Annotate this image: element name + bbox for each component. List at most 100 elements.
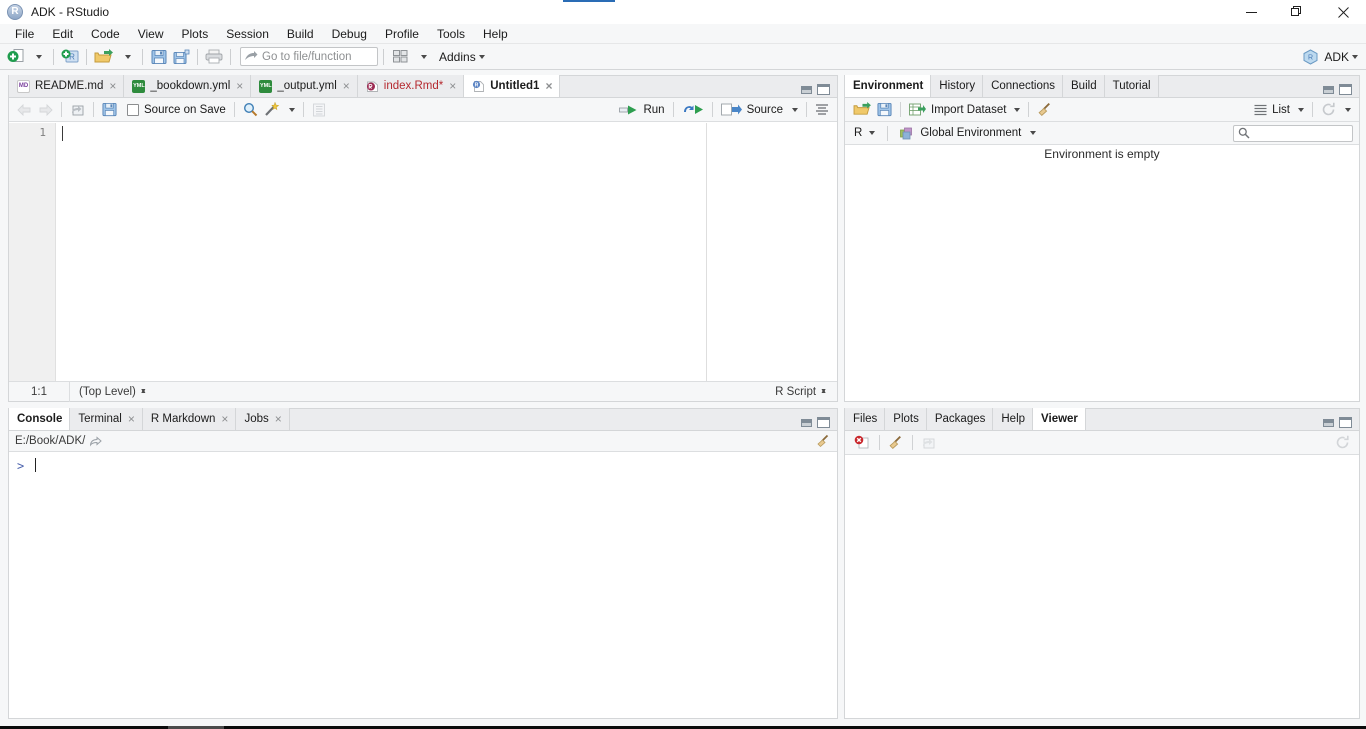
- source-tab-bookdown-yml[interactable]: YML _bookdown.yml ×: [124, 75, 251, 97]
- magic-wand-icon[interactable]: [261, 100, 283, 120]
- minimize-pane-icon[interactable]: [801, 86, 812, 94]
- close-icon[interactable]: ×: [109, 81, 116, 91]
- menu-view[interactable]: View: [129, 24, 173, 44]
- stop-icon[interactable]: [851, 433, 874, 453]
- goto-file-function-input[interactable]: Go to file/function: [240, 47, 378, 66]
- files-tab-help[interactable]: Help: [993, 408, 1033, 430]
- pane-layout-dropdown[interactable]: [411, 46, 433, 68]
- source-on-save-checkbox[interactable]: Source on Save: [124, 100, 229, 120]
- console-output-area[interactable]: >: [9, 453, 837, 718]
- source-tab-index-rmd[interactable]: index.Rmd* ×: [358, 75, 464, 97]
- menu-edit[interactable]: Edit: [43, 24, 82, 44]
- minimize-button[interactable]: [1228, 0, 1274, 24]
- print-icon[interactable]: [203, 46, 225, 68]
- save-all-icon[interactable]: [170, 46, 192, 68]
- minimize-pane-icon[interactable]: [1323, 86, 1334, 94]
- new-file-icon[interactable]: [4, 46, 26, 68]
- source-dropdown[interactable]: [786, 100, 801, 120]
- close-icon[interactable]: ×: [221, 414, 228, 424]
- close-icon[interactable]: ×: [128, 414, 135, 424]
- files-tab-packages[interactable]: Packages: [927, 408, 994, 430]
- source-tab-untitled1[interactable]: R Untitled1 ×: [464, 75, 560, 97]
- code-tools-dropdown[interactable]: [283, 100, 298, 120]
- save-workspace-save-icon[interactable]: [874, 100, 895, 120]
- show-in-new-window-icon[interactable]: [918, 433, 939, 453]
- document-outline-icon[interactable]: [309, 100, 329, 120]
- clear-console-broom-icon[interactable]: [816, 434, 831, 448]
- console-tab-jobs[interactable]: Jobs ×: [236, 408, 289, 430]
- global-environment-selector[interactable]: Global Environment: [897, 123, 1039, 143]
- close-button[interactable]: [1320, 0, 1366, 24]
- open-folder-dropdown[interactable]: [115, 46, 137, 68]
- open-folder-icon[interactable]: [92, 46, 115, 68]
- language-selector[interactable]: R: [851, 123, 878, 143]
- forward-arrow-icon[interactable]: [35, 100, 56, 120]
- code-editor[interactable]: 1: [9, 123, 837, 381]
- save-icon[interactable]: [99, 100, 120, 120]
- menu-code[interactable]: Code: [82, 24, 129, 44]
- menu-file[interactable]: File: [6, 24, 43, 44]
- environment-search-input[interactable]: [1233, 125, 1353, 142]
- view-mode-selector[interactable]: List: [1251, 100, 1307, 120]
- refresh-icon[interactable]: [1332, 433, 1353, 453]
- run-button[interactable]: Run: [616, 100, 667, 120]
- env-tab-connections[interactable]: Connections: [983, 75, 1063, 97]
- menu-profile[interactable]: Profile: [376, 24, 428, 44]
- open-in-files-icon[interactable]: [90, 436, 102, 447]
- env-tab-environment[interactable]: Environment: [845, 75, 931, 97]
- re-run-icon[interactable]: [679, 100, 707, 120]
- close-icon[interactable]: ×: [449, 81, 456, 91]
- files-tab-viewer[interactable]: Viewer: [1033, 408, 1086, 430]
- env-tab-tutorial[interactable]: Tutorial: [1105, 75, 1159, 97]
- maximize-pane-icon[interactable]: [1339, 417, 1352, 428]
- show-in-new-window-icon[interactable]: [67, 100, 88, 120]
- menu-debug[interactable]: Debug: [323, 24, 376, 44]
- scope-selector[interactable]: (Top Level) ▲▼: [70, 386, 147, 398]
- close-icon[interactable]: ×: [545, 81, 552, 91]
- menu-plots[interactable]: Plots: [173, 24, 218, 44]
- minimize-pane-icon[interactable]: [1323, 419, 1334, 427]
- files-viewer-pane: Files Plots Packages Help Viewer: [844, 408, 1360, 719]
- maximize-pane-icon[interactable]: [817, 417, 830, 428]
- console-tab-terminal[interactable]: Terminal ×: [70, 408, 142, 430]
- source-tab-readme[interactable]: MD README.md ×: [9, 75, 124, 97]
- clear-objects-broom-icon[interactable]: [1034, 100, 1056, 120]
- close-icon[interactable]: ×: [343, 81, 350, 91]
- menu-help[interactable]: Help: [474, 24, 517, 44]
- load-workspace-open-folder-icon[interactable]: [850, 100, 874, 120]
- files-tab-files[interactable]: Files: [845, 408, 885, 430]
- source-tab-output-yml[interactable]: YML _output.yml ×: [251, 75, 357, 97]
- new-file-dropdown[interactable]: [26, 46, 48, 68]
- minimize-pane-icon[interactable]: [801, 419, 812, 427]
- maximize-pane-icon[interactable]: [1339, 84, 1352, 95]
- source-button[interactable]: Source: [718, 100, 786, 120]
- menu-session[interactable]: Session: [217, 24, 278, 44]
- refresh-icon[interactable]: [1318, 100, 1339, 120]
- console-tab-console[interactable]: Console: [9, 408, 70, 430]
- maximize-pane-icon[interactable]: [817, 84, 830, 95]
- close-icon[interactable]: ×: [275, 414, 282, 424]
- menu-build[interactable]: Build: [278, 24, 323, 44]
- back-arrow-icon[interactable]: [14, 100, 35, 120]
- files-tab-plots[interactable]: Plots: [885, 408, 927, 430]
- file-type-selector[interactable]: R Script ▲▼: [775, 386, 837, 398]
- console-tab-rmarkdown[interactable]: R Markdown ×: [143, 408, 237, 430]
- menu-tools[interactable]: Tools: [428, 24, 474, 44]
- refresh-dropdown[interactable]: [1339, 100, 1354, 120]
- close-icon[interactable]: ×: [236, 81, 243, 91]
- show-outline-icon[interactable]: [812, 100, 832, 120]
- maximize-restore-button[interactable]: [1274, 0, 1320, 24]
- pane-layout-icon[interactable]: [389, 46, 411, 68]
- import-dataset-button[interactable]: Import Dataset: [906, 100, 1023, 120]
- clear-viewer-broom-icon[interactable]: [885, 433, 907, 453]
- save-icon[interactable]: [148, 46, 170, 68]
- editor-code-area[interactable]: [56, 123, 837, 381]
- project-selector[interactable]: R ADK: [1298, 46, 1362, 68]
- new-project-icon[interactable]: R: [59, 46, 81, 68]
- search-icon[interactable]: [240, 100, 261, 120]
- addins-button[interactable]: Addins: [433, 46, 487, 68]
- env-tab-history[interactable]: History: [931, 75, 983, 97]
- env-tab-build[interactable]: Build: [1063, 75, 1105, 97]
- files-tab-label: Files: [853, 413, 877, 425]
- window-titlebar: R ADK - RStudio: [0, 0, 1366, 24]
